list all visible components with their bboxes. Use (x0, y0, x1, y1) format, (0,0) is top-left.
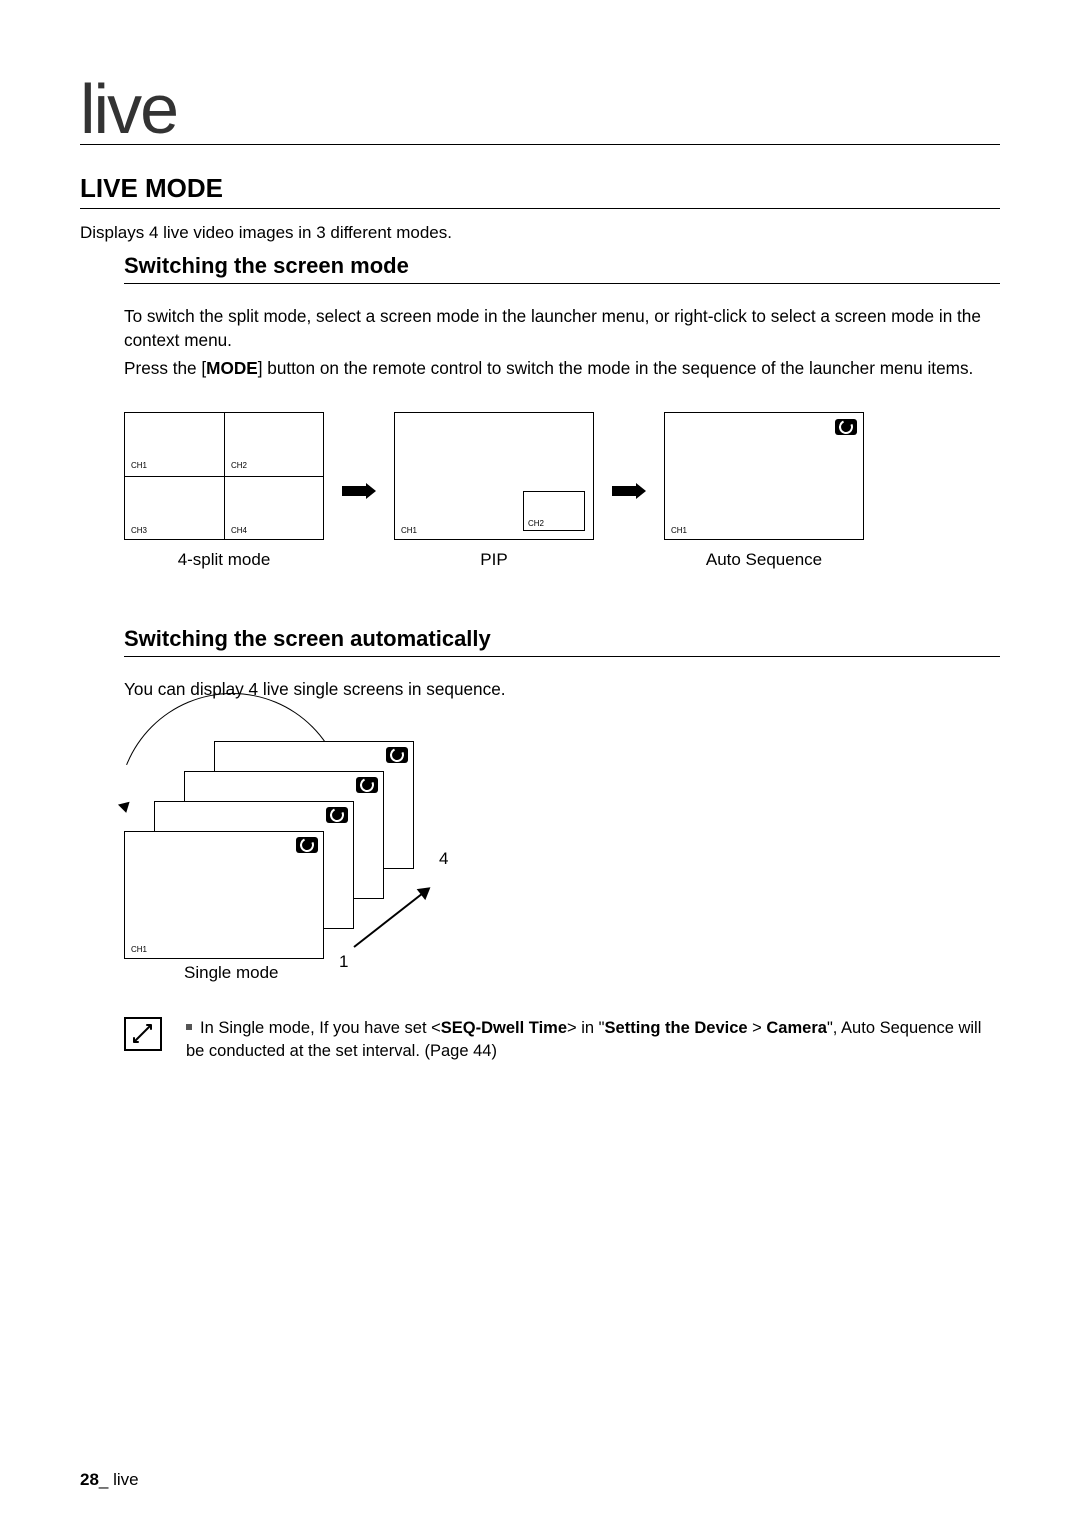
auto-sequence-icon (356, 777, 378, 793)
section-desc: Displays 4 live video images in 3 differ… (80, 223, 1000, 243)
page-footer: 28_ live (80, 1470, 139, 1490)
subsection-title-switch-auto: Switching the screen automatically (124, 626, 1000, 657)
section-title: LIVE MODE (80, 173, 1000, 209)
arrow-icon (342, 484, 376, 498)
switch-mode-body-1: To switch the split mode, select a scree… (124, 304, 1000, 352)
single-mode-caption: Single mode (184, 963, 279, 983)
auto-sequence-icon (386, 747, 408, 763)
arrow-icon (612, 484, 646, 498)
auto-sequence-icon (835, 419, 857, 435)
mode-autoseq: CH1 Auto Sequence (664, 412, 864, 570)
note-text: In Single mode, If you have set <SEQ-Dwe… (186, 1017, 1000, 1063)
chapter-title: live (80, 80, 1000, 145)
single-mode-diagram: CH1 1 4 Single mode (124, 731, 454, 981)
auto-sequence-icon (326, 807, 348, 823)
diagram-num-front: 1 (339, 952, 348, 972)
mode-pip: CH1 CH2 PIP (394, 412, 594, 570)
diagram-num-back: 4 (439, 849, 448, 869)
mode-diagrams-row: CH1 CH2 CH3 CH4 4-split mode CH1 CH2 PIP… (124, 412, 1000, 570)
note-icon (124, 1017, 162, 1051)
subsection-title-switch-mode: Switching the screen mode (124, 253, 1000, 284)
mode-4split: CH1 CH2 CH3 CH4 4-split mode (124, 412, 324, 570)
note-block: In Single mode, If you have set <SEQ-Dwe… (124, 1017, 1000, 1063)
switch-mode-body-2: Press the [MODE] button on the remote co… (124, 356, 1000, 380)
auto-sequence-icon (296, 837, 318, 853)
